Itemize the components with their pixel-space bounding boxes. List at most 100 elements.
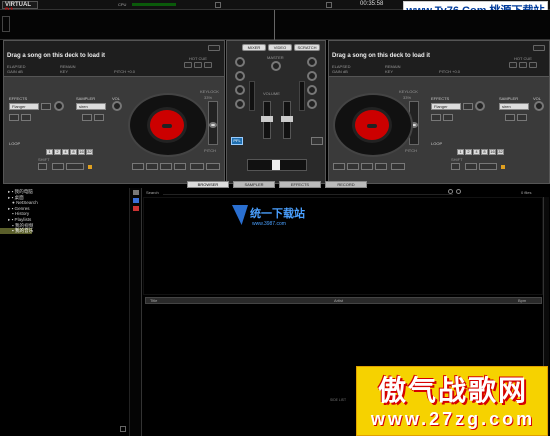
effect-next-button[interactable]	[443, 114, 453, 121]
stop-button[interactable]	[375, 163, 387, 170]
tab-sampler[interactable]: SAMPLER	[233, 181, 275, 188]
volume-fader-left[interactable]	[261, 101, 273, 139]
pfl-button-left[interactable]: PFL	[231, 137, 243, 145]
eq-high-knob-left[interactable]	[235, 71, 245, 81]
filter-icon[interactable]	[133, 206, 139, 211]
jog-wheel-right[interactable]	[333, 93, 413, 157]
effect-toggle[interactable]	[41, 103, 51, 110]
hotcue-3-button[interactable]	[204, 62, 212, 68]
loop-pad[interactable]: 8	[70, 149, 77, 155]
loop-in-button[interactable]	[465, 163, 477, 170]
hotcue-1-button[interactable]	[184, 62, 192, 68]
hotcue-2-button[interactable]	[194, 62, 202, 68]
loop-pad[interactable]: 4	[473, 149, 480, 155]
loop-pad[interactable]: 8	[481, 149, 488, 155]
folder-add-icon[interactable]	[133, 190, 139, 195]
effect-next-button[interactable]	[21, 114, 31, 121]
sampler-play-button[interactable]	[82, 114, 92, 121]
loop-in-button[interactable]	[52, 163, 64, 170]
deck-left-menu-button[interactable]	[208, 45, 220, 51]
loop-pad[interactable]: 16	[78, 149, 85, 155]
deck-right-menu-button[interactable]	[533, 45, 545, 51]
effect-param-knob[interactable]	[475, 101, 485, 111]
sampler-play-button[interactable]	[505, 114, 515, 121]
fader-cap[interactable]	[261, 116, 273, 122]
tab-scratch[interactable]: SCRATCH	[294, 44, 320, 51]
pause-button[interactable]	[361, 163, 373, 170]
jog-wheel-left[interactable]	[128, 93, 208, 157]
loop-pad[interactable]: 2	[54, 149, 61, 155]
file-list-area[interactable]	[143, 197, 543, 295]
shift-button[interactable]	[451, 163, 460, 170]
waveform-zoom[interactable]	[2, 16, 10, 32]
stop-button[interactable]	[174, 163, 186, 170]
hotcue-1-button[interactable]	[509, 62, 517, 68]
loop-pad[interactable]: 1	[46, 149, 53, 155]
effect-select[interactable]: Flanger	[9, 103, 39, 110]
hotcue-2-button[interactable]	[519, 62, 527, 68]
loop-pad[interactable]: 32	[497, 149, 504, 155]
cue-button[interactable]	[333, 163, 345, 170]
tab-video[interactable]: VIDEO	[268, 44, 292, 51]
playlist-icon[interactable]	[133, 198, 139, 203]
fader-cap[interactable]	[281, 116, 293, 122]
tab-mixer[interactable]: MIXER	[242, 44, 266, 51]
sampler-rec-button[interactable]	[94, 114, 104, 121]
tab-effects[interactable]: EFFECTS	[279, 181, 321, 188]
master-volume-knob[interactable]	[271, 61, 281, 71]
shift-button[interactable]	[38, 163, 47, 170]
loop-pad[interactable]: 2	[465, 149, 472, 155]
hotcue-3-button[interactable]	[529, 62, 537, 68]
column-artist[interactable]: Artist	[334, 298, 343, 303]
effect-select[interactable]: Flanger	[431, 103, 461, 110]
sampler-select[interactable]: siren	[499, 103, 529, 110]
pitch-slider-handle[interactable]	[209, 122, 217, 128]
crossfader-cap[interactable]	[272, 160, 280, 170]
tab-browser[interactable]: BROWSER	[187, 181, 229, 188]
sampler-select[interactable]: siren	[76, 103, 106, 110]
search-clear-icon[interactable]	[448, 189, 453, 194]
pfl-button-right[interactable]	[311, 137, 323, 145]
cue-button[interactable]	[132, 163, 144, 170]
lock-icon[interactable]	[88, 165, 92, 169]
tab-record[interactable]: RECORD	[325, 181, 367, 188]
volume-fader-right[interactable]	[281, 101, 293, 139]
eq-med-knob-left[interactable]	[235, 85, 245, 95]
waveform-display[interactable]	[0, 10, 550, 40]
play-button[interactable]	[347, 163, 359, 170]
pitch-slider-left[interactable]	[208, 101, 218, 145]
effect-prev-button[interactable]	[9, 114, 19, 121]
pitch-reset-button[interactable]	[206, 163, 220, 170]
loop-out-button[interactable]	[479, 163, 497, 170]
loop-out-button[interactable]	[66, 163, 84, 170]
eq-med-knob-right[interactable]	[307, 85, 317, 95]
sampler-rec-button[interactable]	[517, 114, 527, 121]
sync-button[interactable]	[190, 163, 204, 170]
effect-param-knob[interactable]	[54, 101, 64, 111]
crossfader[interactable]	[247, 159, 307, 171]
gain-knob-right[interactable]	[307, 57, 317, 67]
tree-item-selected[interactable]: ▪ 我的音乐	[0, 228, 33, 234]
search-options-icon[interactable]	[456, 189, 461, 194]
loop-pad[interactable]: 32	[86, 149, 93, 155]
effect-prev-button[interactable]	[431, 114, 441, 121]
window-mode-icon[interactable]	[326, 2, 332, 8]
window-mode-icon[interactable]	[215, 2, 221, 8]
play-button[interactable]	[146, 163, 158, 170]
tree-lock-icon[interactable]	[120, 426, 126, 432]
pause-button[interactable]	[160, 163, 172, 170]
search-input[interactable]	[163, 190, 453, 195]
loop-pad[interactable]: 16	[489, 149, 496, 155]
sampler-vol-knob[interactable]	[112, 101, 122, 111]
loop-pad[interactable]: 1	[457, 149, 464, 155]
sampler-vol-knob[interactable]	[534, 101, 544, 111]
effect-toggle[interactable]	[463, 103, 473, 110]
side-list-label[interactable]: SIDE LIST	[330, 398, 346, 402]
column-title[interactable]: Title	[150, 298, 157, 303]
eq-low-knob-left[interactable]	[235, 99, 245, 109]
loop-pad[interactable]: 4	[62, 149, 69, 155]
lock-icon[interactable]	[501, 165, 505, 169]
sync-button[interactable]	[391, 163, 405, 170]
column-bpm[interactable]: Bpm	[518, 298, 526, 303]
gain-knob-left[interactable]	[235, 57, 245, 67]
